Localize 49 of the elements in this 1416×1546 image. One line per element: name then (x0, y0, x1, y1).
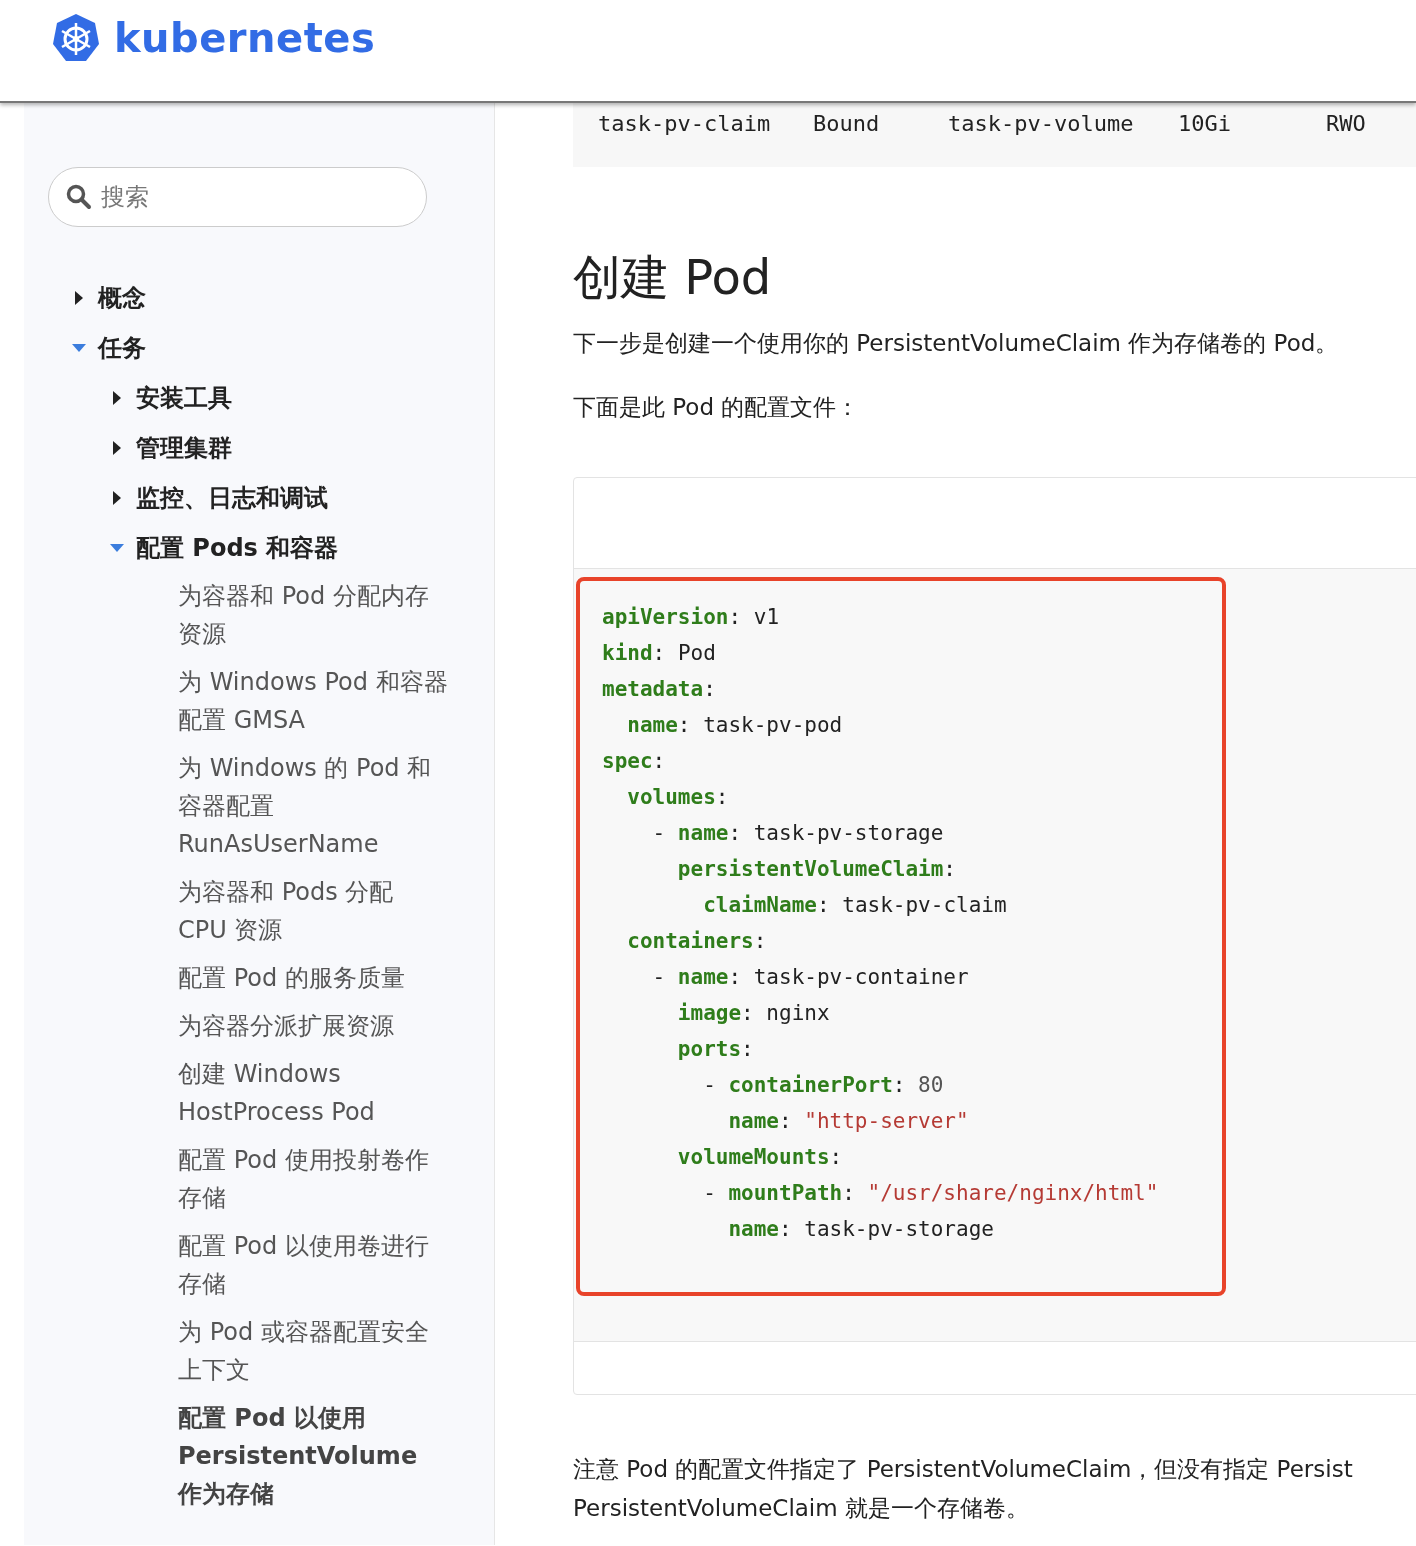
nav-link[interactable]: 配置 Pod 以使用卷进行存储 (24, 1227, 494, 1303)
nav-section-link[interactable]: 配置 Pods 和容器 (136, 532, 339, 564)
paragraph: 下面是此 Pod 的配置文件： (573, 393, 861, 422)
search-field[interactable]: 搜索 (48, 167, 427, 227)
code-line: - mountPath: "/usr/share/nginx/html" (702, 1180, 1160, 1207)
code-line: - containerPort: 80 (702, 1072, 945, 1099)
nav-link[interactable]: 为容器和 Pod 分配内存资源 (24, 577, 494, 653)
code-line: spec: (602, 748, 667, 775)
nav-link[interactable]: 创建 Windows HostProcess Pod (24, 1055, 494, 1131)
code-line: name: "http-server" (727, 1108, 970, 1135)
nav-section-link[interactable]: 安装工具 (136, 382, 232, 414)
nav-link[interactable]: 配置 Pod 以使用 PersistentVolume 作为存储 (24, 1399, 494, 1513)
nav-link[interactable]: 为 Windows Pod 和容器配置 GMSA (24, 663, 494, 739)
output-cell-text: RWO (1326, 111, 1367, 136)
code-line: metadata: (602, 676, 717, 703)
nav-link[interactable]: 配置 Pod 的服务质量 (24, 959, 494, 997)
nav-link[interactable]: 为容器和 Pods 分配 CPU 资源 (24, 873, 494, 949)
code-line: - name: task-pv-container (651, 964, 970, 991)
code-line: volumeMounts: (676, 1144, 844, 1171)
logo-text[interactable]: kubernetes (114, 15, 376, 61)
code-line: - name: task-pv-storage (651, 820, 945, 847)
nav-section-link[interactable]: 概念 (98, 282, 146, 314)
output-cell-text: Bound (813, 111, 881, 136)
nav-link[interactable]: 配置 Pod 使用投射卷作存储 (24, 1141, 494, 1217)
kubernetes-logo-icon (50, 12, 102, 64)
output-cell-text: task-pv-volume (948, 111, 1135, 136)
nav-section-link[interactable]: 任务 (98, 332, 146, 364)
nav-section-link[interactable]: 管理集群 (136, 432, 232, 464)
code-line: persistentVolumeClaim: (676, 856, 957, 883)
code-line: kind: Pod (602, 640, 717, 667)
code-line: name: task-pv-pod (626, 712, 844, 739)
code-line: volumes: (626, 784, 730, 811)
code-line: claimName: task-pv-claim (702, 892, 1008, 919)
code-line: name: task-pv-storage (727, 1216, 995, 1243)
nav-link[interactable]: 为 Pod 或容器配置安全上下文 (24, 1313, 494, 1389)
code-line: image: nginx (676, 1000, 831, 1027)
paragraph-line: PersistentVolumeClaim 就是一个存储卷。 (573, 1494, 1030, 1523)
paragraph: 下一步是创建一个使用你的 PersistentVolumeClaim 作为存储卷的 Pod。 (573, 329, 1340, 358)
nav-section-link[interactable]: 监控、日志和调试 (136, 482, 328, 514)
paragraph-line: 注意 Pod 的配置文件指定了 PersistentVolumeClaim，但没有指定 Persist (573, 1455, 1354, 1484)
code-line: apiVersion: v1 (602, 604, 781, 631)
nav-link[interactable]: 为容器分派扩展资源 (24, 1007, 494, 1045)
output-cell-text: task-pv-claim (598, 111, 772, 136)
search-icon (66, 184, 92, 210)
code-line: containers: (626, 928, 768, 955)
nav-link[interactable]: 为 Windows 的 Pod 和容器配置 RunAsUserName (24, 749, 494, 863)
output-cell-text: 10Gi (1178, 111, 1232, 136)
code-line: ports: (676, 1036, 755, 1063)
section-heading: 创建 Pod (573, 248, 773, 307)
